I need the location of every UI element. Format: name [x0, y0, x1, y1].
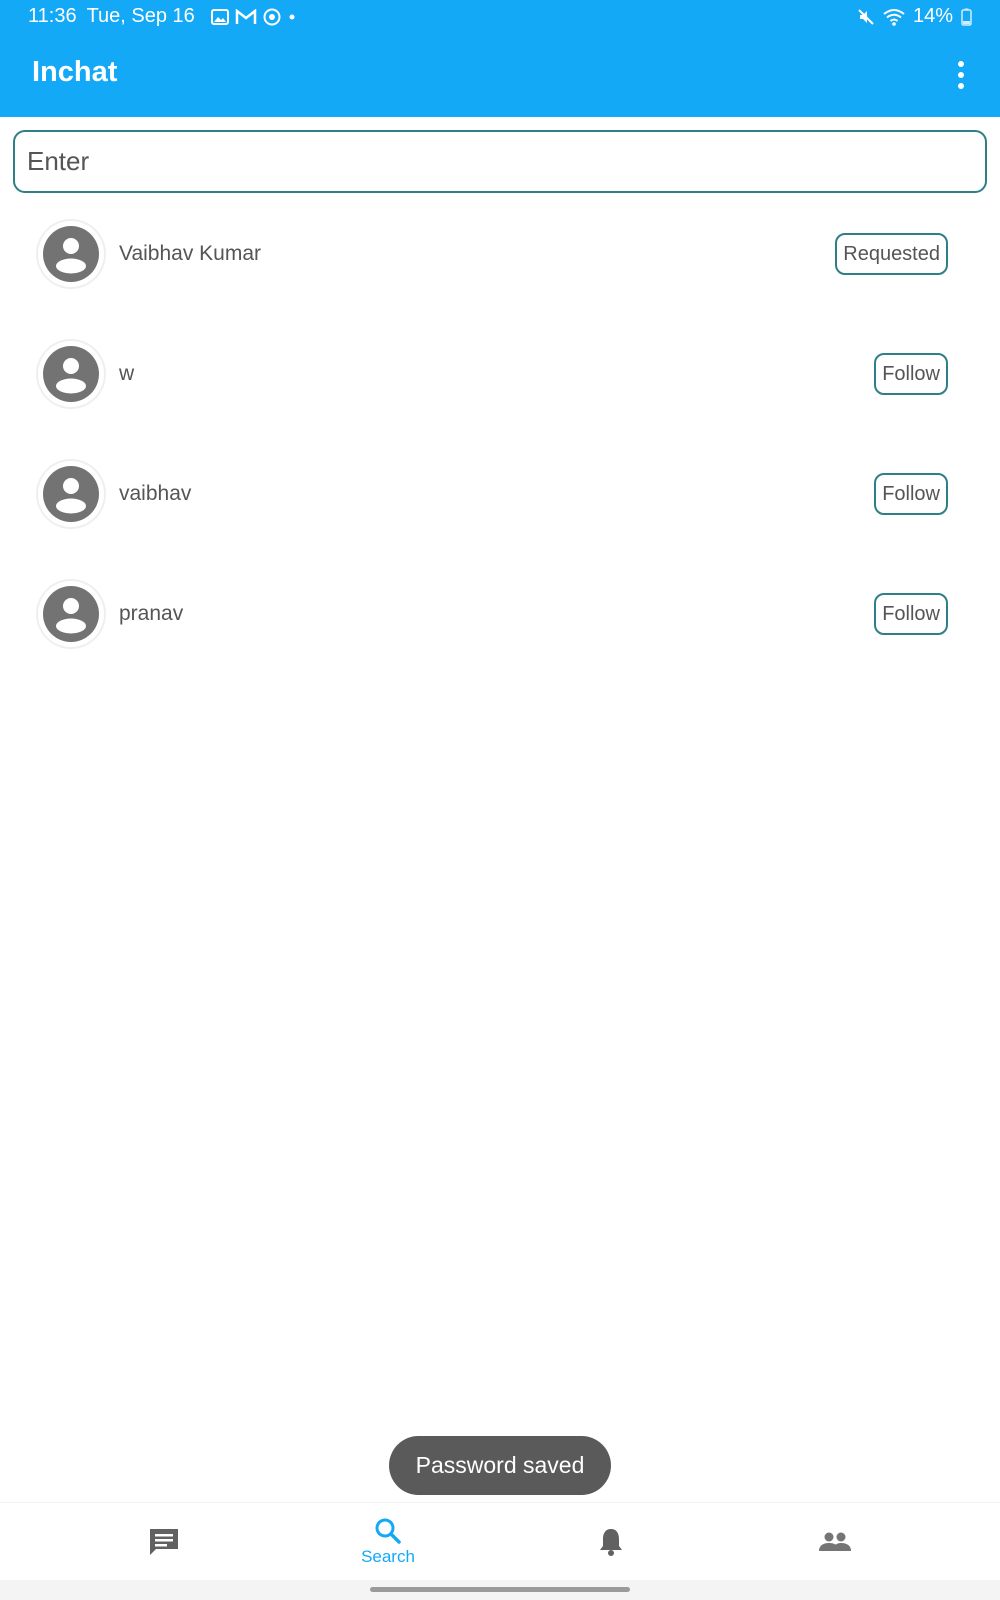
gallery-icon	[210, 8, 229, 25]
account-circle-icon	[43, 346, 99, 402]
nav-search[interactable]: Search	[263, 1503, 513, 1581]
gesture-navigation-area	[0, 1580, 1000, 1600]
follow-button[interactable]: Follow	[874, 473, 948, 515]
avatar	[38, 221, 104, 287]
status-time: 11:36	[28, 5, 77, 27]
avatar	[38, 461, 104, 527]
gmail-icon	[235, 8, 257, 24]
list-item[interactable]: pranav Follow	[0, 554, 1000, 674]
app-title: Inchat	[32, 56, 118, 88]
bell-icon	[600, 1529, 622, 1556]
mute-icon	[858, 8, 874, 25]
avatar	[38, 581, 104, 647]
battery-icon	[961, 8, 972, 26]
nav-search-label: Search	[361, 1547, 415, 1566]
chat-icon	[150, 1529, 178, 1555]
nav-chats[interactable]	[39, 1503, 289, 1581]
toast-message: Password saved	[389, 1436, 611, 1495]
requested-button[interactable]: Requested	[835, 233, 948, 275]
account-circle-icon	[43, 226, 99, 282]
list-item[interactable]: w Follow	[0, 314, 1000, 434]
avatar	[38, 341, 104, 407]
bottom-navigation: Search	[0, 1502, 1000, 1580]
user-name: w	[119, 362, 135, 385]
search-input[interactable]	[13, 130, 987, 193]
account-circle-icon	[43, 466, 99, 522]
account-circle-icon	[43, 586, 99, 642]
status-bar: 11:36 Tue, Sep 16 14%	[0, 0, 1000, 34]
search-icon	[375, 1518, 401, 1544]
wifi-icon	[883, 8, 905, 26]
app-bar: 11:36 Tue, Sep 16 14% Inchat	[0, 0, 1000, 117]
list-item[interactable]: Vaibhav Kumar Requested	[0, 194, 1000, 314]
nav-notifications[interactable]	[486, 1503, 736, 1581]
gesture-handle[interactable]	[370, 1587, 630, 1592]
user-name: vaibhav	[119, 482, 192, 505]
people-icon	[819, 1532, 851, 1551]
dot-icon	[289, 14, 295, 19]
list-item[interactable]: vaibhav Follow	[0, 434, 1000, 554]
user-name: pranav	[119, 602, 184, 625]
chrome-icon	[263, 8, 281, 25]
battery-percent: 14%	[912, 5, 953, 27]
follow-button[interactable]: Follow	[874, 593, 948, 635]
user-name: Vaibhav Kumar	[119, 242, 262, 265]
nav-friends[interactable]	[710, 1503, 960, 1581]
overflow-menu-icon[interactable]	[948, 58, 974, 92]
follow-button[interactable]: Follow	[874, 353, 948, 395]
status-date: Tue, Sep 16	[86, 5, 195, 27]
